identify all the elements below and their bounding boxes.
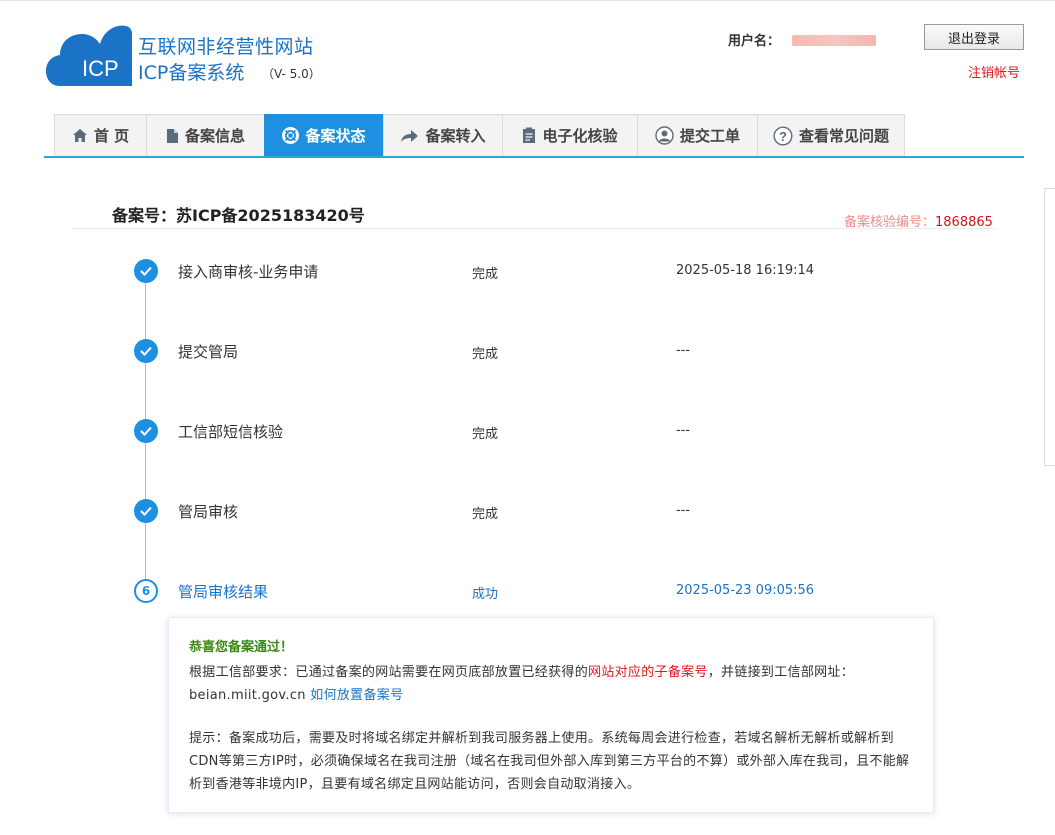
step-name: 管局审核 <box>178 503 239 521</box>
lifebuoy-icon <box>282 127 300 144</box>
check-icon <box>134 339 158 363</box>
icp-cloud-logo: ICP <box>46 25 132 86</box>
tab-label: 备案信息 <box>184 127 245 145</box>
tab-record-info[interactable]: 备案信息 <box>146 114 264 157</box>
record-number: 备案号：苏ICP备2025183420号 <box>112 206 365 225</box>
system-title: ICP备案系统 <box>138 62 245 84</box>
notice-tip: 提示：备案成功后，需要及时将域名绑定并解析到我司服务器上使用。系统每周会进行检查… <box>189 731 910 792</box>
step-time: --- <box>676 503 691 518</box>
logout-button[interactable]: 退出登录 <box>924 24 1024 50</box>
tab-label: 备案状态 <box>305 127 366 145</box>
nav-underline <box>44 156 1024 158</box>
step-status: 完成 <box>472 507 499 522</box>
tab-label: 查看常见问题 <box>798 127 889 145</box>
notice-highlight: 网站对应的子备案号 <box>588 665 708 680</box>
home-icon <box>72 128 88 143</box>
username-redacted <box>792 35 876 46</box>
main-nav: 首 页 备案信息 备案状态 备案转入 电子化核验 提交工单 ? 查看常见问题 <box>54 114 905 157</box>
version-label: （V- 5.0） <box>262 67 321 81</box>
check-icon <box>134 499 158 523</box>
side-panel-edge <box>1044 188 1055 466</box>
tab-label: 提交工单 <box>679 127 740 145</box>
step-time: --- <box>676 343 691 358</box>
step-status: 完成 <box>472 267 499 282</box>
step-status: 完成 <box>472 347 499 362</box>
tab-home[interactable]: 首 页 <box>54 114 146 157</box>
top-border <box>0 0 1055 4</box>
tab-record-transfer[interactable]: 备案转入 <box>383 114 502 157</box>
tab-label: 电子化核验 <box>542 127 618 145</box>
step-time: --- <box>676 423 691 438</box>
check-icon <box>134 419 158 443</box>
tab-faq[interactable]: ? 查看常见问题 <box>757 114 905 157</box>
user-icon <box>655 126 674 145</box>
tab-electronic-verification[interactable]: 电子化核验 <box>502 114 637 157</box>
notice-title: 恭喜您备案通过！ <box>189 640 294 655</box>
step-time: 2025-05-23 09:05:56 <box>676 583 815 598</box>
username-label: 用户名： <box>728 34 781 49</box>
step-status: 完成 <box>472 427 499 442</box>
tab-record-status[interactable]: 备案状态 <box>264 114 383 157</box>
document-icon <box>166 128 179 144</box>
divider <box>72 228 996 229</box>
share-arrow-icon <box>400 129 419 143</box>
notice-requirement: 根据工信部要求：已通过备案的网站需要在网页底部放置已经获得的网站对应的子备案号，… <box>189 661 913 707</box>
help-icon: ? <box>773 125 793 146</box>
check-icon <box>134 259 158 283</box>
how-to-place-record-link[interactable]: 如何放置备案号 <box>310 688 403 703</box>
step-time: 2025-05-18 16:19:14 <box>676 263 815 278</box>
svg-text:?: ? <box>779 129 787 144</box>
step-name: 接入商审核-业务申请 <box>178 263 319 281</box>
notice-text: 根据工信部要求：已通过备案的网站需要在网页底部放置已经获得的 <box>189 665 589 680</box>
success-notice: 恭喜您备案通过！ 根据工信部要求：已通过备案的网站需要在网页底部放置已经获得的网… <box>168 617 934 813</box>
site-title: 互联网非经营性网站 <box>138 36 314 58</box>
step-name: 管局审核结果 <box>178 583 269 601</box>
svg-text:ICP: ICP <box>82 56 119 81</box>
tab-submit-ticket[interactable]: 提交工单 <box>637 114 757 157</box>
step-name: 工信部短信核验 <box>178 423 284 441</box>
step-status: 成功 <box>472 587 499 602</box>
cancel-account-link[interactable]: 注销帐号 <box>968 62 1020 81</box>
step-name: 提交管局 <box>178 343 239 361</box>
tab-label: 备案转入 <box>425 127 486 145</box>
step-number-badge: 6 <box>134 579 158 603</box>
tab-label: 首 页 <box>93 127 130 145</box>
clipboard-icon <box>522 127 536 144</box>
